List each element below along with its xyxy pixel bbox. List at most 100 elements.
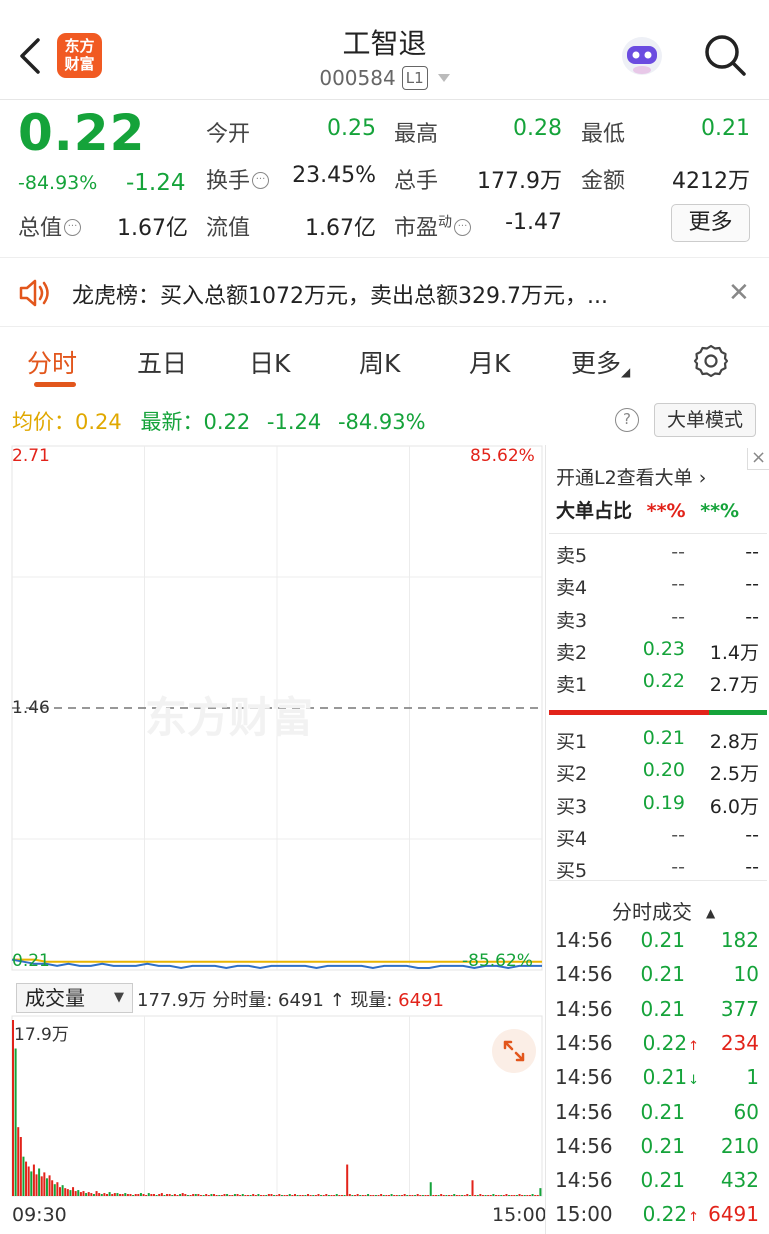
close-icon[interactable]: ✕ [728, 278, 750, 308]
volume-bar [333, 1195, 336, 1196]
volume-bar [152, 1194, 155, 1196]
ask-row[interactable]: 卖1 0.22 2.7万 [556, 670, 761, 702]
volume-bar [369, 1195, 372, 1196]
ask-row[interactable]: 卖5 -- -- [556, 541, 761, 573]
bid-ask-ratio-bar [549, 710, 767, 715]
expand-icon[interactable] [492, 1029, 536, 1073]
volume-bar [61, 1185, 64, 1196]
volume-bar [309, 1195, 312, 1196]
volume-bar [466, 1194, 469, 1196]
tab-more-label: 更多 [571, 349, 622, 378]
open-l2-link[interactable]: 开通L2查看大单 › [556, 463, 706, 490]
volume-bar [179, 1194, 182, 1196]
arrow-up-icon: ↑ [688, 1210, 699, 1226]
volume-bar [398, 1195, 401, 1196]
volume-bar [317, 1194, 320, 1196]
volume-bar [236, 1194, 239, 1196]
tab-monthly-k[interactable]: 月K [469, 344, 510, 380]
bid-row[interactable]: 买4 -- -- [556, 824, 761, 856]
tick-row: 14:56 0.21 182 [555, 928, 761, 962]
volume-bar [45, 1178, 48, 1196]
volume-bar [218, 1195, 221, 1196]
volume-bar [74, 1191, 77, 1196]
low-value: 0.21 [701, 116, 750, 141]
bid-price: 0.21 [642, 727, 685, 749]
volume-bar [348, 1194, 351, 1196]
volume-bar [416, 1194, 419, 1196]
volume-bar [119, 1194, 122, 1196]
volume-bar [168, 1194, 171, 1196]
tick-trades-title[interactable]: 分时成交 ▲ [612, 896, 715, 925]
volume-bar [293, 1194, 296, 1196]
info-dots-icon: ··· [64, 219, 82, 236]
tick-time: 14:56 [555, 1099, 613, 1124]
volume-bar [432, 1195, 435, 1196]
volume-bar [497, 1195, 500, 1196]
turnover-label[interactable]: 换手 ··· [206, 163, 270, 195]
tab-daily-k[interactable]: 日K [249, 344, 290, 380]
market-cap-label[interactable]: 总值 ··· [18, 210, 82, 242]
robot-assistant-icon[interactable] [618, 34, 666, 78]
volume-bar [38, 1168, 41, 1196]
tick-volume: 377 [720, 996, 759, 1021]
volume-bar [476, 1195, 479, 1196]
intraday-chart[interactable]: 东方财富 [0, 442, 546, 1234]
pe-label[interactable]: 市盈动 ··· [394, 210, 472, 242]
volume-bar [445, 1195, 448, 1196]
volume-bar [403, 1194, 406, 1196]
ask-row[interactable]: 卖2 0.23 1.4万 [556, 638, 761, 670]
latest-price-label: 最新： [140, 410, 204, 434]
speaker-icon [19, 279, 49, 307]
bid-row[interactable]: 买5 -- -- [556, 856, 761, 888]
volume-indicator-select[interactable]: 成交量 ▼ [16, 983, 133, 1013]
volume-bar [139, 1193, 142, 1196]
panel-close-icon[interactable]: × [747, 448, 769, 470]
volume-bar [359, 1195, 362, 1196]
volume-bar [207, 1195, 210, 1196]
tab-weekly-k[interactable]: 周K [359, 344, 400, 380]
volume-bar [252, 1194, 255, 1196]
search-icon[interactable] [702, 32, 748, 78]
ask-price: 0.23 [642, 637, 685, 660]
bid-row[interactable]: 买3 0.19 6.0万 [556, 792, 761, 824]
ask-row[interactable]: 卖4 -- -- [556, 573, 761, 605]
ask-level-label: 卖3 [556, 609, 588, 632]
volume-bar [132, 1195, 135, 1196]
volume-bar [393, 1195, 396, 1196]
tab-five-day[interactable]: 五日 [137, 344, 187, 380]
big-order-ratio-label: 大单占比 [556, 500, 633, 522]
volume-bar [66, 1189, 69, 1196]
volume-bar [105, 1194, 108, 1196]
big-order-mode-button[interactable]: 大单模式 [654, 403, 756, 437]
volume-bar [59, 1187, 62, 1196]
volume-bar [534, 1195, 537, 1196]
bid-row[interactable]: 买1 0.21 2.8万 [556, 727, 761, 759]
ask-volume: 2.7万 [709, 674, 759, 697]
volume-bar [270, 1194, 273, 1196]
help-icon[interactable]: ? [615, 408, 639, 432]
more-quote-button[interactable]: 更多 [671, 204, 750, 242]
ask-row[interactable]: 卖3 -- -- [556, 606, 761, 638]
dragon-tiger-notice[interactable]: 龙虎榜：买入总额1072万元，卖出总额329.7万元，... ✕ [0, 257, 769, 327]
tab-intraday[interactable]: 分时 [27, 344, 77, 380]
volume-bar [314, 1195, 317, 1196]
volume-select-label: 成交量 [25, 986, 85, 1010]
volume-bar [108, 1192, 111, 1196]
tick-price: 0.22↑ [642, 1030, 699, 1055]
volume-bar [330, 1195, 333, 1196]
tick-price: 0.21 [640, 928, 685, 952]
x-end-label: 15:00 [492, 1204, 547, 1226]
tick-row: 14:56 0.21 10 [555, 962, 761, 996]
gear-icon[interactable] [693, 343, 729, 379]
volume-bar [30, 1171, 33, 1196]
volume-bar [322, 1195, 325, 1196]
volume-bar [523, 1195, 526, 1196]
volume-bar [69, 1190, 72, 1196]
volume-bar [35, 1174, 38, 1196]
tab-more[interactable]: 更多◢ [571, 344, 630, 380]
volume-bar [265, 1195, 268, 1196]
bid-level-label: 买3 [556, 795, 588, 818]
low-label: 最低 [581, 122, 626, 147]
bid-row[interactable]: 买2 0.20 2.5万 [556, 759, 761, 791]
ask-level-label: 卖4 [556, 577, 588, 600]
